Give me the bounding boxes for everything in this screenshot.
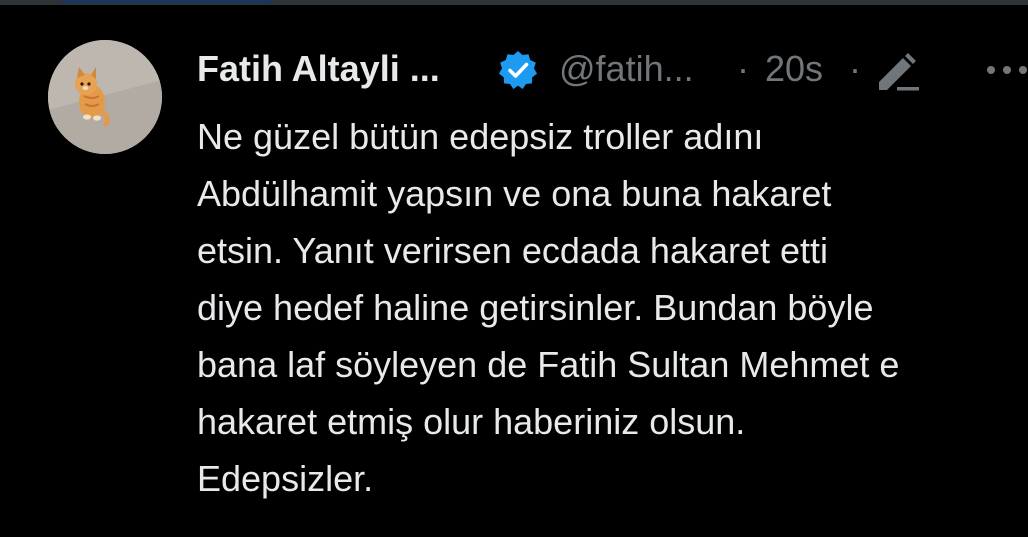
tweet-text-line: Ne güzel bütün edepsiz troller adını bbox=[197, 116, 764, 157]
tweet-text-line: diye hedef haline getirsinler. Bundan bö… bbox=[197, 287, 874, 328]
edit-pencil-icon[interactable] bbox=[875, 52, 921, 92]
avatar-cat-image bbox=[48, 40, 162, 154]
tweet-text-line: Edepsizler. bbox=[197, 458, 374, 499]
tweet-text-line: bana laf söyleyen de Fatih Sultan Mehmet… bbox=[197, 344, 900, 385]
more-options-icon[interactable] bbox=[985, 64, 1028, 76]
separator-dot: · bbox=[849, 48, 861, 89]
separator-dot: · bbox=[737, 48, 749, 89]
tweet-text-line: etsin. Yanıt verirsen ecdada hakaret ett… bbox=[197, 230, 829, 271]
avatar[interactable] bbox=[48, 40, 162, 154]
tweet-text-line: Abdülhamit yapsın ve ona buna hakaret bbox=[197, 173, 832, 214]
verified-badge-icon[interactable] bbox=[497, 49, 539, 91]
author-name[interactable]: Fatih Altayli ... bbox=[197, 48, 440, 90]
author-handle[interactable]: @fatih... bbox=[559, 48, 694, 90]
timestamp[interactable]: 20s bbox=[765, 48, 823, 90]
tweet-header: Fatih Altayli ... @fatih... · 20s · bbox=[197, 44, 1028, 94]
tweet-text: Ne güzel bütün edepsiz troller adını Abd… bbox=[197, 108, 1028, 507]
top-tab-indicator bbox=[62, 0, 272, 4]
tweet-text-line: hakaret etmiş olur haberiniz olsun. bbox=[197, 401, 746, 442]
